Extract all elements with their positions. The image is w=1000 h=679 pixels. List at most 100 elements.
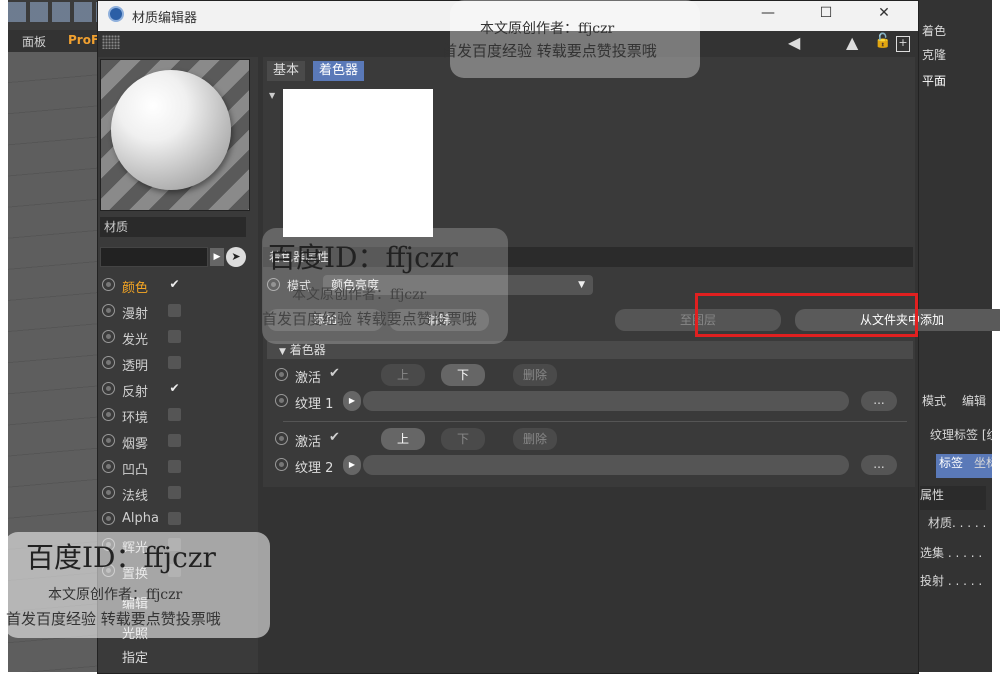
maximize-button[interactable]: ☐ [806, 5, 846, 27]
channel-label: 透明 [122, 359, 149, 374]
texture-arrow-icon[interactable]: ▶ [343, 455, 361, 475]
attr-projection: 投射 . . . . . [920, 574, 983, 588]
channel-item[interactable]: 凹凸 [98, 455, 258, 479]
texture-radio[interactable] [275, 458, 288, 471]
up-button[interactable]: 上 [381, 364, 425, 386]
up-arrow-icon[interactable]: ▲ [846, 33, 858, 52]
layer-1-active-row: 激活 ✔ 上 下 删除 [273, 363, 913, 387]
app-icon [108, 6, 124, 22]
footer-assign[interactable]: 指定 [122, 647, 148, 666]
material-name-field[interactable] [100, 247, 208, 267]
channel-checkbox[interactable] [168, 512, 181, 525]
channel-radio[interactable] [102, 512, 115, 525]
channel-checkbox[interactable] [168, 460, 181, 473]
channel-label: 烟雾 [122, 437, 149, 452]
material-name[interactable]: 材质 [100, 217, 246, 237]
object-item[interactable]: 着色 [922, 22, 992, 46]
texture-label: 纹理 2 [295, 461, 334, 476]
browse-button[interactable]: ... [861, 391, 897, 411]
down-button[interactable]: 下 [441, 428, 485, 450]
channel-radio[interactable] [102, 408, 115, 421]
channel-checkbox[interactable] [168, 486, 181, 499]
browse-button[interactable]: ... [861, 455, 897, 475]
channel-label: 发光 [122, 333, 149, 348]
tab-shader[interactable]: 着色器 [313, 61, 365, 81]
channel-radio[interactable] [102, 356, 115, 369]
attr-tab-coord[interactable]: 坐标 [974, 454, 992, 478]
channel-item[interactable]: 发光 [98, 325, 258, 349]
watermark-line1: 本文原创作者：ffjczr [48, 587, 183, 603]
channel-radio[interactable] [102, 330, 115, 343]
window-title: 材质编辑器 [132, 11, 198, 26]
channel-radio[interactable] [102, 304, 115, 317]
attr-selection: 选集 . . . . . [920, 546, 983, 560]
watermark-line1: 本文原创作者：ffjczr [480, 21, 615, 37]
menu-panel[interactable]: 面板 [22, 33, 46, 50]
drag-grip-icon[interactable] [102, 35, 120, 49]
watermark-line2: 首发百度经验 转载要点赞投票哦 [262, 310, 477, 328]
channel-checkbox[interactable] [168, 434, 181, 447]
channel-checkbox[interactable] [168, 408, 181, 421]
channel-label: Alpha [122, 511, 159, 526]
channel-item[interactable]: 漫射 [98, 299, 258, 323]
channel-label: 法线 [122, 489, 149, 504]
object-manager: 着色 克隆 平面 模式 编辑 纹理标签 [纹 标签 坐标 属性 材质. . . … [916, 0, 992, 672]
down-button[interactable]: 下 [441, 364, 485, 386]
object-item[interactable]: 克隆 [922, 46, 992, 70]
channel-item[interactable]: Alpha [98, 507, 258, 531]
channel-item[interactable]: 颜色 ✔ [98, 273, 258, 297]
layer-radio[interactable] [275, 432, 288, 445]
expand-arrow-icon[interactable]: ▶ [210, 248, 224, 266]
texture-label: 纹理 1 [295, 397, 334, 412]
channel-checkbox[interactable] [168, 356, 181, 369]
channel-checkbox[interactable] [168, 330, 181, 343]
channel-item[interactable]: 法线 [98, 481, 258, 505]
channel-item[interactable]: 环境 [98, 403, 258, 427]
texture-field[interactable] [363, 391, 849, 411]
new-window-icon[interactable]: + [896, 36, 910, 52]
lock-icon[interactable]: 🔓 [874, 33, 891, 49]
delete-button[interactable]: 删除 [513, 364, 557, 386]
channel-checkbox[interactable]: ✔ [168, 382, 181, 395]
toolbar-icons [8, 2, 98, 22]
layer-divider [283, 421, 907, 422]
minimize-button[interactable]: — [748, 5, 788, 27]
subsection-arrow-icon: ▼ [279, 347, 286, 357]
channel-label: 颜色 [122, 281, 149, 296]
layer-radio[interactable] [275, 368, 288, 381]
channel-radio[interactable] [102, 278, 115, 291]
channel-label: 环境 [122, 411, 149, 426]
active-checkbox[interactable]: ✔ [329, 430, 340, 445]
delete-button[interactable]: 删除 [513, 428, 557, 450]
material-preview[interactable] [100, 59, 250, 211]
tab-basic[interactable]: 基本 [267, 61, 306, 81]
menu-prof[interactable]: ProF [68, 33, 99, 47]
up-button[interactable]: 上 [381, 428, 425, 450]
watermark-brand: 百度ID：ffjczr [268, 241, 458, 274]
channel-checkbox[interactable]: ✔ [168, 278, 181, 291]
channel-radio[interactable] [102, 382, 115, 395]
watermark-bottom: 百度ID：ffjczr 本文原创作者：ffjczr 首发百度经验 转载要点赞投票… [4, 532, 270, 638]
channel-item[interactable]: 烟雾 [98, 429, 258, 453]
pick-cursor-icon[interactable]: ➤ [226, 247, 246, 267]
channel-radio[interactable] [102, 486, 115, 499]
layer-1-texture-row: 纹理 1 ▶ ... [273, 389, 913, 413]
collapse-arrow-icon[interactable]: ▼ [269, 91, 275, 100]
channel-checkbox[interactable] [168, 304, 181, 317]
object-item[interactable]: 平面 [922, 72, 992, 96]
channel-radio[interactable] [102, 434, 115, 447]
texture-arrow-icon[interactable]: ▶ [343, 391, 361, 411]
active-label: 激活 [295, 371, 322, 386]
subsection-label: 着色器 [289, 343, 326, 357]
channel-item[interactable]: 反射 ✔ [98, 377, 258, 401]
watermark-brand: 百度ID：ffjczr [26, 541, 216, 574]
texture-radio[interactable] [275, 394, 288, 407]
attr-edit[interactable]: 编辑 [962, 392, 992, 416]
color-swatch[interactable] [283, 89, 433, 237]
channel-item[interactable]: 透明 [98, 351, 258, 375]
channel-radio[interactable] [102, 460, 115, 473]
texture-field[interactable] [363, 455, 849, 475]
close-button[interactable]: ✕ [864, 5, 904, 27]
active-checkbox[interactable]: ✔ [329, 366, 340, 381]
back-arrow-icon[interactable]: ◀ [788, 33, 800, 52]
